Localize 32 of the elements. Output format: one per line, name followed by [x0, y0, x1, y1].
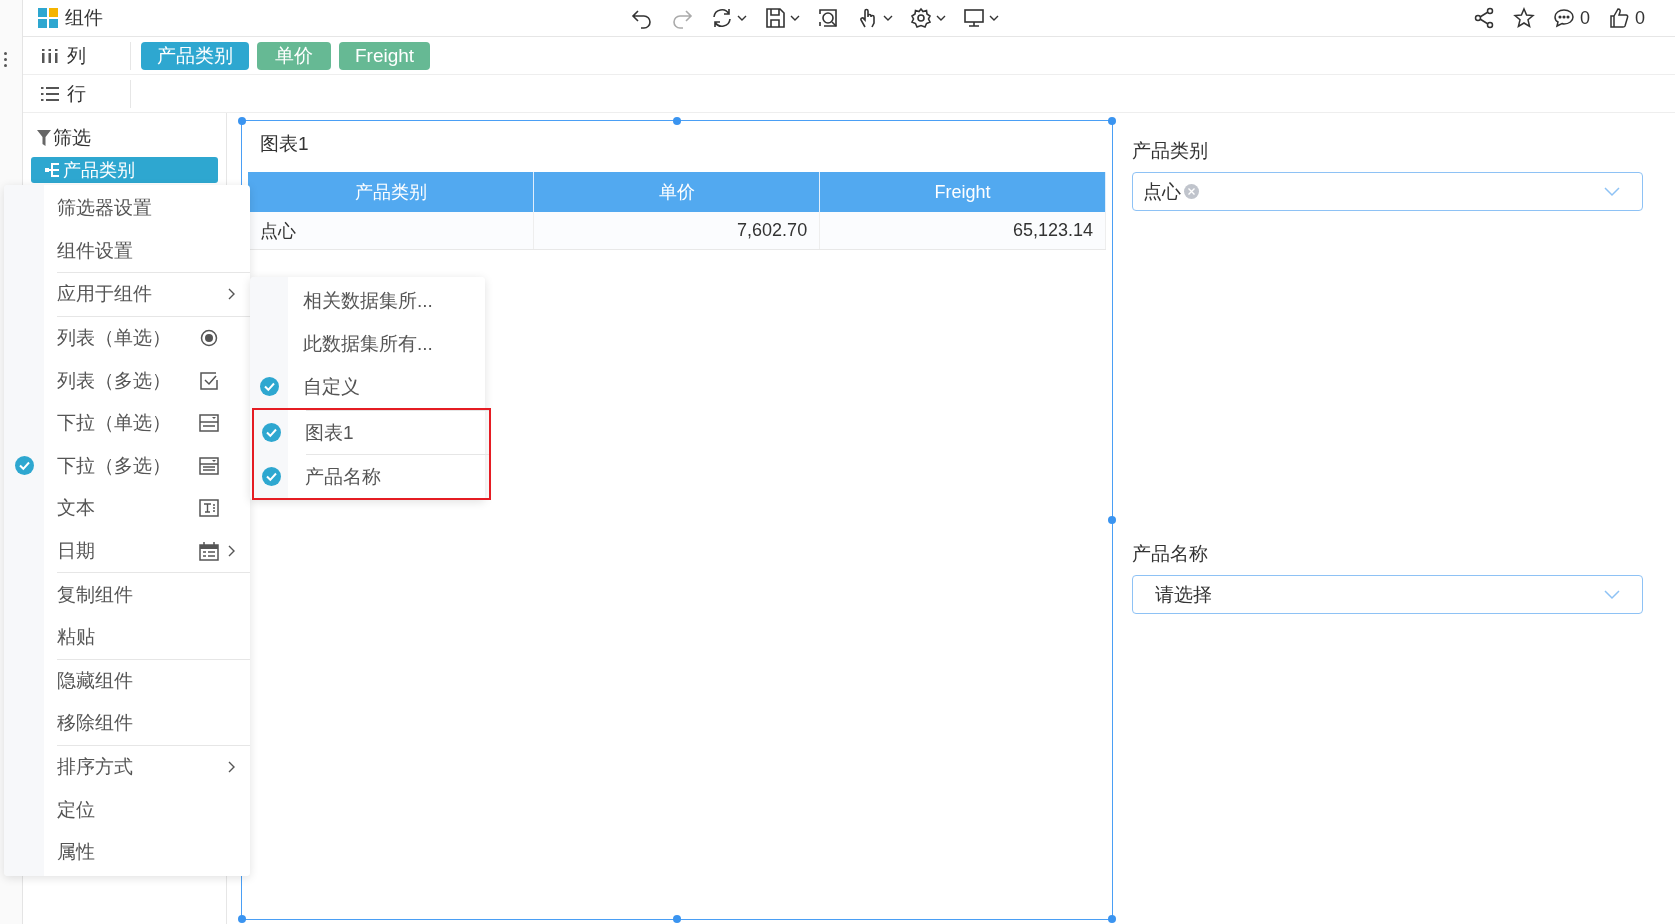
- selected-tag: 点心: [1143, 178, 1181, 205]
- table-cell: 65,123.14: [819, 212, 1106, 250]
- menu-item-label: 复制组件: [57, 582, 134, 607]
- menu-item-label: 属性: [57, 840, 96, 865]
- menu-item-label: 筛选器设置: [57, 196, 153, 221]
- rows-label: 行: [67, 81, 86, 106]
- menu-item-label: 日期: [57, 539, 96, 564]
- menu-item-label: 此数据集所有...: [303, 331, 434, 356]
- menu-item-label: 下拉（单选）: [57, 411, 172, 436]
- menu-item-label: 应用于组件: [57, 282, 153, 307]
- menu-item-label: 隐藏组件: [57, 668, 134, 693]
- menu-item-label: 图表1: [305, 420, 355, 445]
- table-cell: 点心: [248, 212, 534, 250]
- menu-item-label: 列表（单选）: [57, 326, 172, 351]
- chart-title: 图表1: [259, 132, 310, 156]
- window-title: 组件: [65, 6, 103, 30]
- menu-item-label: 自定义: [303, 374, 361, 399]
- filter-label: 产品类别: [1132, 139, 1209, 163]
- menu-item-label: 列表（多选）: [57, 368, 172, 393]
- filter-label: 产品名称: [1132, 542, 1209, 566]
- menu-item-label: 相关数据集所...: [303, 288, 434, 313]
- menu-item-label: 文本: [57, 496, 96, 521]
- menu-item-label: 排序方式: [57, 755, 134, 779]
- filter-title: 筛选: [53, 126, 91, 150]
- menu-item-label: 产品名称: [305, 464, 382, 489]
- table-cell: 7,602.70: [533, 212, 820, 250]
- menu-item-label: 组件设置: [57, 238, 134, 263]
- menu-item-label: 下拉（多选）: [57, 453, 172, 478]
- columns-label: 列: [67, 43, 86, 68]
- menu-item-label: 定位: [57, 797, 96, 822]
- menu-item-label: 粘贴: [57, 625, 96, 650]
- menu-item-label: 移除组件: [57, 711, 134, 736]
